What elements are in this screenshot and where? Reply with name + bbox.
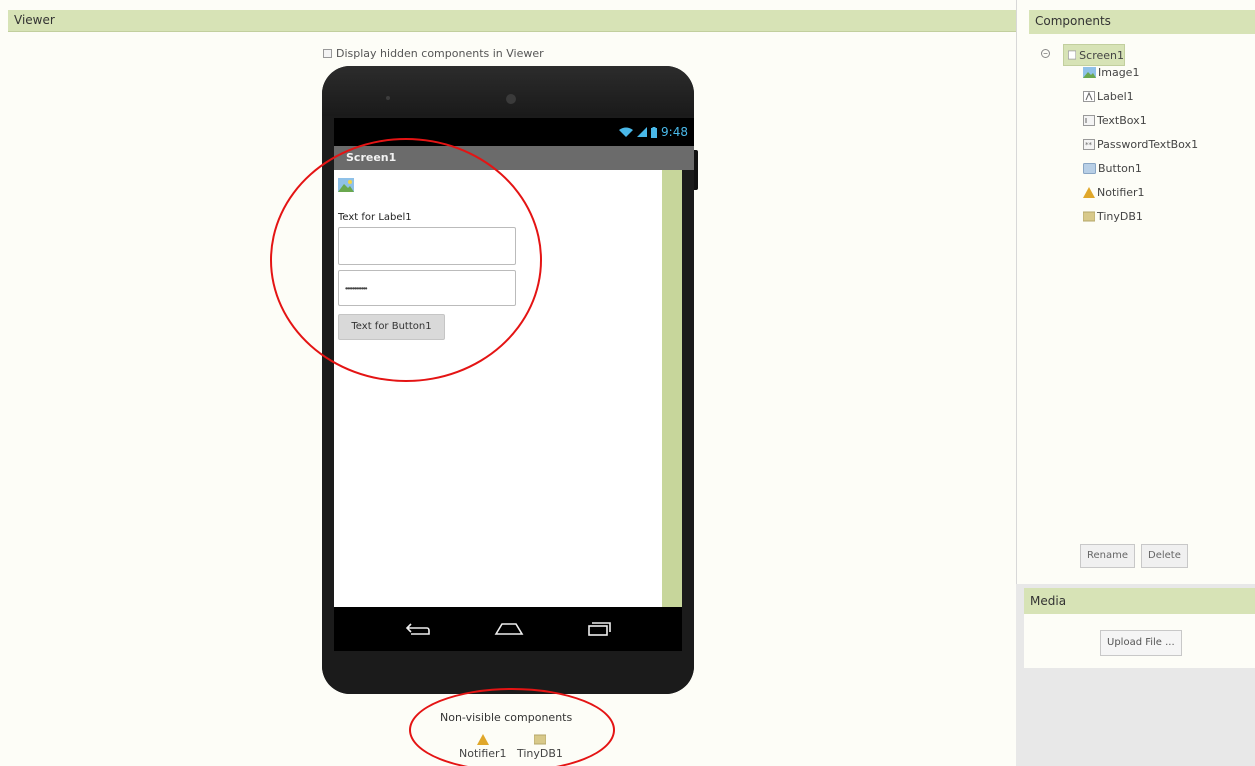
battery-icon <box>651 126 658 138</box>
non-visible-title: Non-visible components <box>440 711 573 724</box>
phone-top-bezel <box>322 66 694 116</box>
annotation-circle-non-visible <box>409 688 615 766</box>
password-textbox1-preview[interactable]: •••••••••••• <box>338 270 516 306</box>
tinydb-icon <box>1083 211 1095 222</box>
tree-item-passwordtextbox1[interactable]: ** PasswordTextBox1 <box>1083 138 1198 151</box>
textbox-icon <box>1083 115 1095 126</box>
rename-button[interactable]: Rename <box>1080 544 1136 568</box>
tree-item-textbox1[interactable]: TextBox1 <box>1083 114 1147 127</box>
media-title: Media <box>1030 594 1067 608</box>
button-icon <box>1083 163 1096 174</box>
non-visible-tinydb1[interactable]: TinyDB1 <box>517 734 563 760</box>
media-box: Media Upload File ... <box>1024 588 1255 668</box>
phone-sensor <box>386 96 390 100</box>
tree-item-screen1[interactable]: Screen1 <box>1063 44 1125 66</box>
label1-preview[interactable]: Text for Label1 <box>338 212 412 223</box>
status-time: 9:48 <box>661 125 688 139</box>
tree-item-textbox1-label: TextBox1 <box>1097 114 1147 127</box>
signal-icon <box>637 127 648 137</box>
viewer-header: Viewer <box>8 10 1016 32</box>
phone-preview: 9:48 Screen1 Text for Label1 •••••••••••… <box>322 66 698 694</box>
tree-collapse-icon[interactable]: − <box>1041 49 1050 58</box>
button1-preview[interactable]: Text for Button1 <box>338 314 445 340</box>
components-header: Components <box>1029 10 1255 34</box>
non-visible-notifier1[interactable]: Notifier1 <box>459 734 507 760</box>
components-panel: Components − Screen1 Image1 Label1 TextB… <box>1016 0 1255 584</box>
wifi-icon <box>619 127 634 137</box>
svg-text:**: ** <box>1085 141 1093 149</box>
tree-item-button1-label: Button1 <box>1098 162 1142 175</box>
viewer-title: Viewer <box>14 13 55 27</box>
tree-item-notifier1-label: Notifier1 <box>1097 186 1145 199</box>
tree-item-button1[interactable]: Button1 <box>1083 162 1142 175</box>
tree-item-notifier1[interactable]: Notifier1 <box>1083 186 1145 199</box>
image1-placeholder-icon[interactable] <box>338 178 354 192</box>
tree-item-label1[interactable]: Label1 <box>1083 90 1134 103</box>
phone-bottom-bezel <box>322 651 694 694</box>
media-header: Media <box>1024 588 1255 614</box>
tree-item-screen1-label: Screen1 <box>1079 48 1124 62</box>
display-hidden-checkbox[interactable] <box>323 49 332 58</box>
media-panel: Media Upload File ... <box>1016 584 1255 766</box>
tree-item-label1-label: Label1 <box>1097 90 1134 103</box>
display-hidden-label: Display hidden components in Viewer <box>336 47 544 60</box>
tree-item-image1[interactable]: Image1 <box>1083 66 1139 79</box>
screen-scroll-track <box>662 170 682 607</box>
notifier-icon <box>1083 187 1095 198</box>
phone-status-bar: 9:48 <box>334 118 694 146</box>
viewer-panel: Viewer Display hidden components in View… <box>0 0 1016 766</box>
screen-title-bar: Screen1 <box>334 146 694 170</box>
screen-content: Text for Label1 •••••••••••• Text for Bu… <box>334 170 662 607</box>
tree-item-passwordtextbox1-label: PasswordTextBox1 <box>1097 138 1199 151</box>
screen-title: Screen1 <box>346 151 397 164</box>
back-icon <box>406 623 431 635</box>
home-icon <box>494 623 524 635</box>
upload-file-button[interactable]: Upload File ... <box>1100 630 1182 656</box>
app-inventor-designer: Viewer Display hidden components in View… <box>0 0 1255 766</box>
image-icon <box>1083 67 1096 78</box>
phone-side-button <box>694 150 698 190</box>
tree-item-image1-label: Image1 <box>1098 66 1140 79</box>
non-visible-tinydb1-label: TinyDB1 <box>517 747 563 760</box>
password-dots: •••••••••••• <box>345 284 368 293</box>
tinydb-icon <box>533 734 546 745</box>
delete-button[interactable]: Delete <box>1141 544 1188 568</box>
password-textbox-icon: ** <box>1083 139 1095 150</box>
screen-icon <box>1068 50 1077 60</box>
tree-item-tinydb1-label: TinyDB1 <box>1097 210 1143 223</box>
textbox1-preview[interactable] <box>338 227 516 265</box>
non-visible-notifier1-label: Notifier1 <box>459 747 507 760</box>
components-title: Components <box>1035 14 1111 28</box>
notifier-icon <box>476 734 489 745</box>
tree-item-tinydb1[interactable]: TinyDB1 <box>1083 210 1143 223</box>
phone-camera <box>506 94 516 104</box>
recent-apps-icon <box>587 622 611 636</box>
label-icon <box>1083 91 1095 102</box>
phone-nav-bar <box>334 607 682 651</box>
display-hidden-toggle[interactable]: Display hidden components in Viewer <box>323 47 544 60</box>
component-actions: Rename Delete <box>1080 544 1188 568</box>
